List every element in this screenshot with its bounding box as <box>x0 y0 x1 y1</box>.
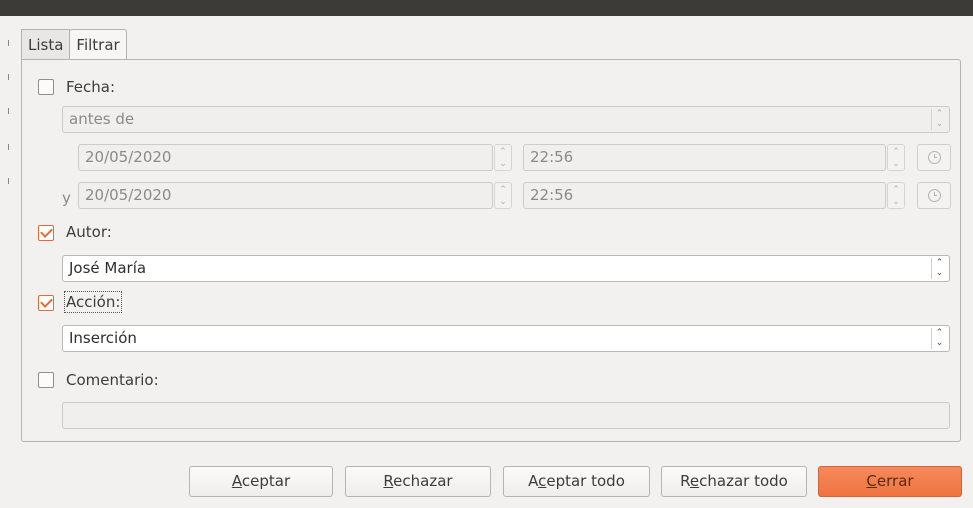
chevron-updown-icon: ⌃ ⌄ <box>931 258 947 279</box>
accion-checkbox[interactable] <box>38 295 54 311</box>
reject-label-post: echazar <box>393 472 453 490</box>
window-title-bar <box>0 0 973 16</box>
accept-all-label-post: eptar todo <box>546 472 625 490</box>
fecha-checkbox[interactable] <box>38 79 54 95</box>
end-time-value: 22:56 <box>530 186 574 204</box>
left-edge <box>0 16 10 508</box>
reject-all-button[interactable]: Rechazar todo <box>661 466 807 497</box>
tab-lista[interactable]: Lista <box>21 29 71 60</box>
autor-select[interactable]: José María ⌃ ⌄ <box>62 255 950 282</box>
edge-tick <box>8 178 9 184</box>
date-condition-value: antes de <box>69 110 135 128</box>
close-button[interactable]: Cerrar <box>818 466 962 497</box>
start-date-value: 20/05/2020 <box>85 148 172 166</box>
close-mnemonic: C <box>866 472 877 490</box>
accept-all-label-pre: A <box>528 472 539 490</box>
tab-filtrar[interactable]: Filtrar <box>69 29 127 61</box>
close-label-post: errar <box>876 472 914 490</box>
accept-button[interactable]: Aceptar <box>189 466 333 497</box>
start-time-value: 22:56 <box>530 148 574 166</box>
comentario-checkbox[interactable] <box>38 372 54 388</box>
accion-value: Inserción <box>69 329 137 347</box>
autor-value: José María <box>69 259 147 277</box>
reject-all-label-pre: R <box>680 472 690 490</box>
edge-tick <box>8 108 9 114</box>
end-time-stepper[interactable]: ⌃ ⌄ <box>887 182 905 209</box>
clock-icon <box>928 151 941 164</box>
date-condition-select[interactable]: antes de ⌃ ⌄ <box>62 106 950 133</box>
edge-tick <box>8 144 9 150</box>
start-time-now-button[interactable] <box>917 144 951 171</box>
tab-bar: Lista Filtrar <box>21 29 127 61</box>
end-time-now-button[interactable] <box>917 182 951 209</box>
chevron-updown-icon: ⌃ ⌄ <box>931 109 947 130</box>
reject-mnemonic: R <box>383 472 394 490</box>
start-date-input[interactable]: 20/05/2020 <box>78 144 493 171</box>
edge-tick <box>8 74 9 80</box>
end-date-value: 20/05/2020 <box>85 186 172 204</box>
accept-mnemonic: A <box>231 472 242 490</box>
start-time-input[interactable]: 22:56 <box>523 144 886 171</box>
start-date-stepper[interactable]: ⌃ ⌄ <box>494 144 512 171</box>
clock-icon <box>928 189 941 202</box>
accept-all-button[interactable]: Aceptar todo <box>503 466 650 497</box>
comentario-input[interactable] <box>62 402 950 429</box>
end-date-input[interactable]: 20/05/2020 <box>78 182 493 209</box>
accion-select[interactable]: Inserción ⌃ ⌄ <box>62 325 950 352</box>
end-date-stepper[interactable]: ⌃ ⌄ <box>494 182 512 209</box>
accion-label: Acción: <box>63 291 123 313</box>
autor-label: Autor: <box>66 223 112 241</box>
reject-all-label-post: chazar todo <box>699 472 788 490</box>
end-time-input[interactable]: 22:56 <box>523 182 886 209</box>
and-label: y <box>62 189 71 207</box>
accept-label-post: ceptar <box>241 472 291 490</box>
fecha-label: Fecha: <box>66 78 116 96</box>
comentario-label: Comentario: <box>66 371 159 389</box>
start-time-stepper[interactable]: ⌃ ⌄ <box>887 144 905 171</box>
autor-checkbox[interactable] <box>38 225 54 241</box>
reject-button[interactable]: Rechazar <box>345 466 491 497</box>
chevron-updown-icon: ⌃ ⌄ <box>931 328 947 349</box>
reject-all-mnemonic: e <box>689 472 700 490</box>
edge-tick <box>8 40 9 46</box>
filter-panel: Fecha: antes de ⌃ ⌄ 20/05/2020 ⌃ ⌄ 22:56 ⌃… <box>21 59 961 442</box>
